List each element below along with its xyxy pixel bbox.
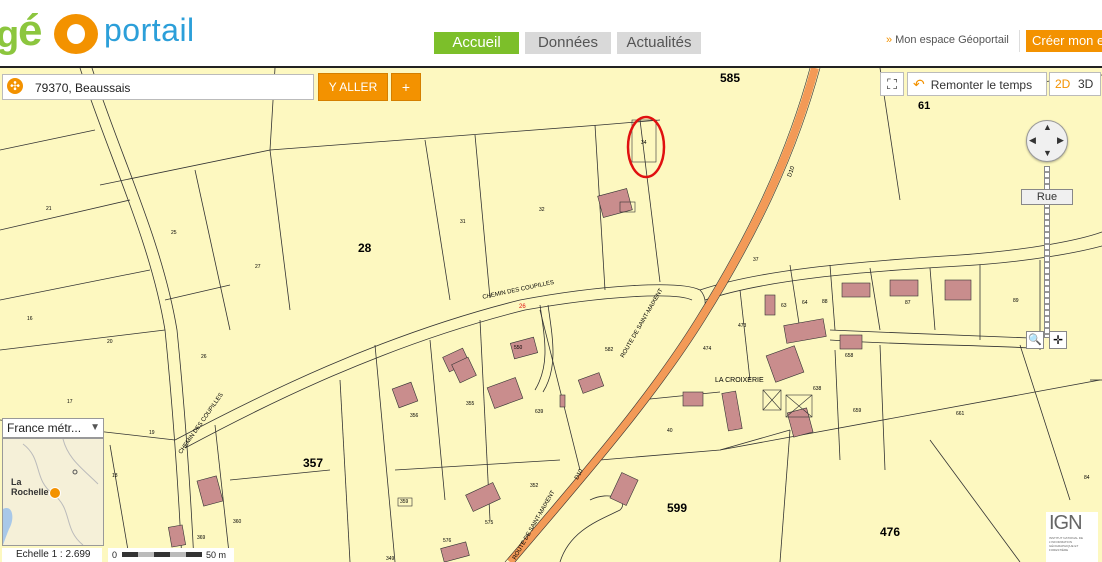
scale-bar-start: 0: [112, 550, 118, 560]
search-input[interactable]: [33, 78, 307, 98]
geoportail-logo[interactable]: g é portail: [0, 4, 220, 56]
parcel-label: 88: [822, 299, 828, 305]
parcel-label: 585: [720, 71, 741, 85]
parcel-label: 37: [753, 257, 759, 263]
region-select[interactable]: France métr... ▼: [2, 418, 104, 438]
remonter-label: Remonter le temps: [930, 78, 1033, 92]
parcel-label: 661: [956, 411, 965, 417]
view-2d-button[interactable]: 2D: [1055, 73, 1070, 95]
parcel-label: 638: [813, 386, 822, 392]
parcel-label: 20: [107, 339, 113, 345]
cadastral-map-drawing: [0, 68, 1102, 562]
tab-actualites[interactable]: Actualités: [617, 32, 701, 54]
locate-icon[interactable]: ✣: [7, 78, 23, 94]
tab-donnees[interactable]: Données: [525, 32, 611, 54]
view-3d-button[interactable]: 3D: [1078, 73, 1093, 95]
logo-text-portail: portail: [104, 12, 195, 48]
location-marker-icon: [49, 487, 61, 499]
scale-bar: 0 50 m: [108, 548, 234, 562]
parcel-label: 659: [853, 408, 862, 414]
chevron-down-icon: ▼: [90, 422, 100, 433]
parcel-label: 87: [905, 300, 911, 306]
parcel-label: 550: [514, 345, 523, 351]
account-link-label: Mon espace Géoportail: [895, 34, 1009, 46]
search-bar: ✣: [2, 74, 314, 100]
overview-map[interactable]: La Rochelle: [2, 438, 104, 546]
chevron-right-icon: »: [886, 34, 893, 46]
ign-logo[interactable]: IGN INSTITUT NATIONAL DE L'INFORMATION G…: [1046, 512, 1098, 562]
parcel-label: 31: [460, 219, 466, 225]
cadastral-map[interactable]: 585 61 28 357 599 476 21 25 27 31 32 34 …: [0, 68, 1102, 562]
parcel-label: 27: [255, 264, 261, 270]
logo-letter-e: é: [18, 6, 43, 55]
fullscreen-icon[interactable]: ⛶: [880, 72, 904, 96]
scale-text: Echelle 1 : 2.699: [16, 549, 91, 560]
parcel-label: 18: [112, 473, 118, 479]
region-select-value: France métr...: [7, 421, 82, 435]
parcel-label: 28: [358, 241, 372, 255]
parcel-label: 582: [605, 347, 614, 353]
scale-bar-end: 50 m: [206, 550, 227, 560]
parcel-label: 89: [1013, 298, 1019, 304]
ign-logo-text: IGN: [1049, 512, 1083, 534]
parcel-label: 575: [485, 520, 494, 526]
parcel-label: 355: [466, 401, 475, 407]
plus-button[interactable]: +: [391, 73, 421, 101]
parcel-label: 356: [410, 413, 419, 419]
parcel-label: 474: [703, 346, 712, 352]
parcel-label: 357: [303, 456, 324, 470]
crosshair-icon[interactable]: ✛: [1049, 331, 1067, 349]
parcel-label: 21: [46, 206, 52, 212]
parcel-label: 349: [386, 556, 395, 562]
undo-arrow-icon: ↶: [913, 76, 925, 92]
parcel-label: 84: [1084, 475, 1090, 481]
remonter-le-temps-button[interactable]: ↶ Remonter le temps: [907, 72, 1047, 96]
parcel-label: 359: [400, 499, 409, 505]
pan-up-icon[interactable]: ▲: [1043, 122, 1052, 132]
magnifier-icon[interactable]: 🔍: [1026, 331, 1044, 349]
parcel-label: 34: [641, 140, 647, 146]
parcel-label: 352: [530, 483, 539, 489]
header: g é portail Accueil Données Actualités »…: [0, 0, 1102, 66]
overview-city-line-2: Rochelle: [11, 487, 49, 497]
parcel-label: 473: [738, 323, 747, 329]
tab-accueil[interactable]: Accueil: [434, 32, 519, 54]
logo-letter-g: g: [0, 14, 20, 56]
parcel-label: 639: [535, 409, 544, 415]
parcel-label: 19: [149, 430, 155, 436]
ign-logo-subtitle: INSTITUT NATIONAL DE L'INFORMATION GÉOGR…: [1049, 536, 1083, 552]
pan-compass[interactable]: ▲ ▼ ◀ ▶: [1026, 120, 1068, 162]
parcel-label: 476: [880, 525, 901, 539]
parcel-label: 16: [27, 316, 33, 322]
pan-left-icon[interactable]: ◀: [1029, 135, 1036, 146]
parcel-label: 61: [918, 100, 931, 112]
overview-city-label: La Rochelle: [11, 477, 49, 497]
parcel-label: 25: [171, 230, 177, 236]
parcel-label: 360: [233, 519, 242, 525]
parcel-label: 17: [67, 399, 73, 405]
overview-city-line-1: La: [11, 477, 22, 487]
parcel-label: 369: [197, 535, 206, 541]
parcel-label: 599: [667, 501, 688, 515]
parcel-label: 26: [201, 354, 207, 360]
parcel-label: 64: [802, 300, 808, 306]
account-link[interactable]: » Mon espace Géoportail: [886, 34, 1009, 46]
parcel-label: 576: [443, 538, 452, 544]
header-divider: [1019, 30, 1020, 52]
go-button[interactable]: Y ALLER: [318, 73, 388, 101]
pan-right-icon[interactable]: ▶: [1057, 135, 1064, 146]
road-number: 26: [519, 304, 526, 310]
logo-circle-o: [54, 14, 98, 54]
parcel-label: 32: [539, 207, 545, 213]
parcel-label: 63: [781, 303, 787, 309]
view-mode-toggle: 2D 3D: [1049, 72, 1101, 96]
scale-label: Echelle 1 : 2.699: [2, 548, 102, 562]
scale-bar-graphic: [122, 552, 202, 557]
zoom-level-label: Rue: [1021, 189, 1073, 205]
pan-down-icon[interactable]: ▼: [1043, 148, 1052, 158]
create-account-button[interactable]: Créer mon e: [1026, 30, 1102, 52]
place-label: LA CROIXERIE: [715, 377, 764, 384]
parcel-label: 40: [667, 428, 673, 434]
parcel-label: 658: [845, 353, 854, 359]
